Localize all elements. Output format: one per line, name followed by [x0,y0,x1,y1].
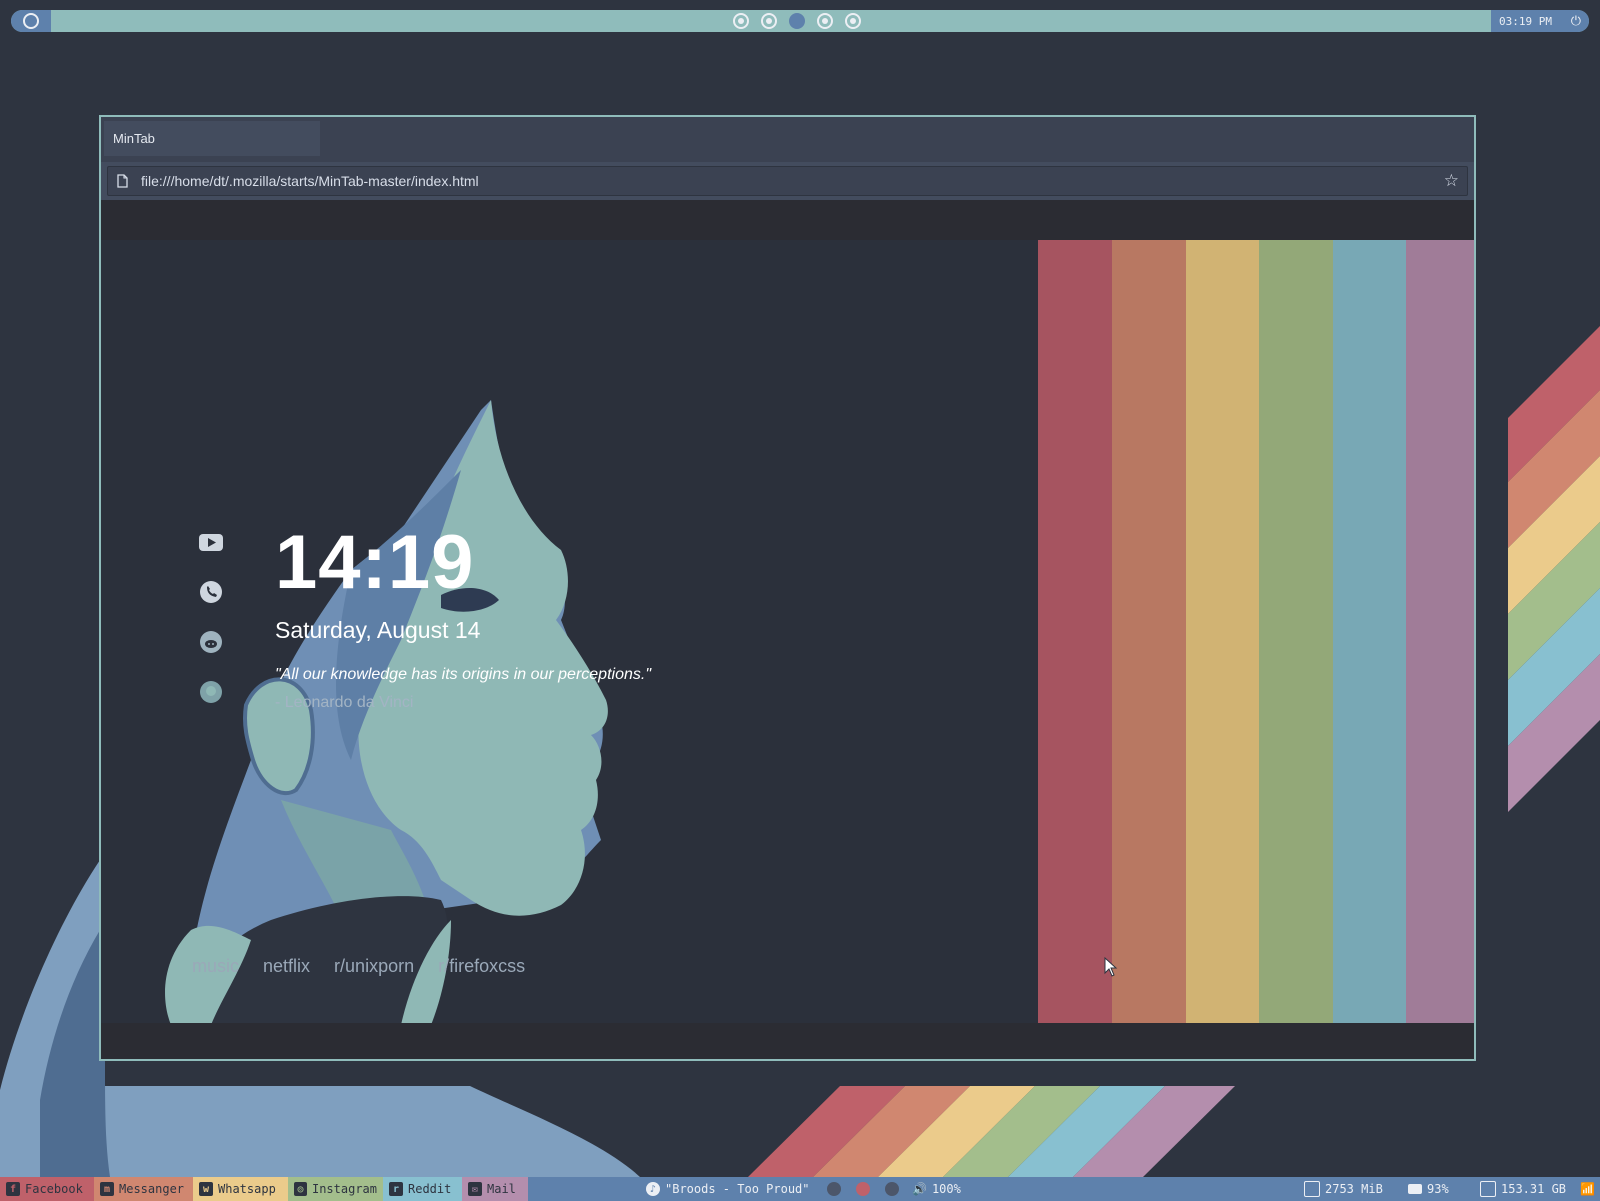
bottom-panel: f Facebook m Messanger w Whatsapp ◎ Instagram r R… [0,1177,1600,1201]
volume-indicator[interactable]: 🔊 100% [906,1177,967,1201]
previous-track-button[interactable] [827,1182,841,1196]
next-track-button[interactable] [885,1182,899,1196]
rainbow-stripe [1038,240,1112,1025]
play-pause-button[interactable] [856,1182,870,1196]
bookmark-star-icon[interactable]: ☆ [1444,172,1459,190]
page-footer-strip [101,1023,1474,1059]
mouse-cursor-icon [1104,957,1118,977]
volume-value: 100% [931,1182,961,1196]
rainbow-stripe [1333,240,1406,1025]
workspace-4-button[interactable] [817,13,833,29]
reddit-icon[interactable] [198,629,224,655]
url-bar[interactable]: file:///home/dt/.mozilla/starts/MinTab-m… [107,166,1468,196]
app-launcher-label: Instagram [311,1182,377,1196]
disk-indicator: 153.31 GB [1474,1177,1572,1201]
mail-icon: ✉ [468,1182,482,1196]
memory-indicator: 2753 MiB [1298,1177,1389,1201]
page-header-strip [101,200,1474,240]
power-icon[interactable]: ⏻ [1571,13,1581,29]
wifi-icon: 📶 [1580,1182,1595,1196]
quote-text: "All our knowledge has its origins in ou… [275,666,651,683]
memory-value: 2753 MiB [1325,1182,1383,1196]
youtube-icon[interactable] [198,529,224,555]
app-launcher-facebook[interactable]: f Facebook [0,1177,94,1201]
url-text: file:///home/dt/.mozilla/starts/MinTab-m… [141,173,479,189]
quick-link[interactable]: music [192,956,239,977]
disk-icon [1480,1181,1496,1197]
quick-links: music netflix r/unixporn r/firefoxcss [192,956,525,977]
rainbow-stripe [1186,240,1259,1025]
tab-mintab[interactable]: MinTab [104,121,320,156]
now-playing[interactable]: ♪ "Broods - Too Proud" [640,1177,816,1201]
nav-bar: file:///home/dt/.mozilla/starts/MinTab-m… [101,162,1474,200]
whatsapp-icon: w [199,1182,213,1196]
speaker-icon: 🔊 [912,1182,927,1196]
app-launcher-mail[interactable]: ✉ Mail [462,1177,528,1201]
reddit-icon: r [389,1182,403,1196]
app-launcher-reddit[interactable]: r Reddit [383,1177,462,1201]
github-icon[interactable] [198,679,224,705]
circle-logo-icon [23,13,39,29]
workspace-indicator [733,13,861,29]
battery-indicator: 93% [1402,1177,1455,1201]
now-playing-title: "Broods - Too Proud" [665,1182,810,1196]
quote-author: - Leonardo da Vinci [275,694,414,711]
cpu-chip-icon [1304,1181,1320,1197]
quick-link[interactable]: r/firefoxcss [438,956,525,977]
date-text: Saturday, August 14 [275,617,481,643]
clock-time: 14:19 [275,520,475,605]
app-launcher-label: Mail [487,1182,516,1196]
rainbow-stripe [1259,240,1333,1025]
tab-strip: MinTab [101,117,1474,162]
browser-window: MinTab file:///home/dt/.mozilla/starts/M… [99,115,1476,1061]
facebook-icon: f [6,1182,20,1196]
rainbow-stripe [1406,240,1474,1025]
rainbow-stripe [1112,240,1186,1025]
portrait-illustration [165,400,608,1025]
menu-launcher-button[interactable] [11,10,51,32]
app-launcher-label: Reddit [408,1182,452,1196]
startpage: 14:19 Saturday, August 14 "All our knowl… [101,240,1474,1025]
music-note-icon: ♪ [646,1182,660,1196]
disk-value: 153.31 GB [1501,1182,1567,1196]
app-launcher-label: Whatsapp [218,1182,276,1196]
app-launcher-label: Facebook [25,1182,83,1196]
whatsapp-icon[interactable] [198,579,224,605]
battery-icon [1408,1184,1422,1194]
messenger-icon: m [100,1182,114,1196]
quick-link[interactable]: netflix [263,956,310,977]
app-launcher-whatsapp[interactable]: w Whatsapp [193,1177,288,1201]
workspace-1-button[interactable] [733,13,749,29]
quick-link[interactable]: r/unixporn [334,956,414,977]
app-launcher-label: Messanger [119,1182,185,1196]
instagram-icon: ◎ [294,1182,307,1196]
clock: 03:19 PM [1499,14,1552,28]
workspace-5-button[interactable] [845,13,861,29]
wifi-indicator[interactable]: 📶 [1574,1177,1600,1201]
top-panel-status: 03:19 PM ⏻ [1491,10,1589,32]
battery-value: 93% [1427,1182,1449,1196]
app-launcher-instagram[interactable]: ◎ Instagram [288,1177,383,1201]
workspace-2-button[interactable] [761,13,777,29]
workspace-3-button[interactable] [789,13,805,29]
page-icon [117,174,128,188]
top-panel: 03:19 PM ⏻ [11,10,1589,32]
media-controls [816,1177,910,1201]
rainbow-stripes [1038,240,1474,1025]
app-launcher-messanger[interactable]: m Messanger [94,1177,193,1201]
